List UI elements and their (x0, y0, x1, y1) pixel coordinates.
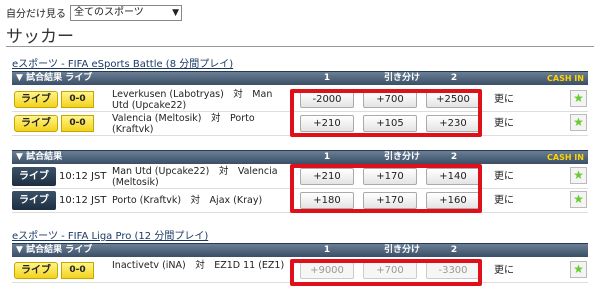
col-home-label: 1 (323, 152, 331, 162)
more-link[interactable]: 更に (494, 112, 514, 135)
star-icon[interactable]: ★ (570, 90, 587, 107)
col-away-label: 2 (450, 245, 458, 255)
live-badge: ライブ (14, 115, 58, 132)
highlight-box (290, 89, 482, 137)
col-home-label: 1 (323, 245, 331, 255)
match-name[interactable]: Valencia (Meltosik) 対 Porto (Kraftvk) (112, 113, 287, 135)
triangle-down-icon[interactable]: ▼ (16, 245, 23, 255)
header-title: 試合結果 ライブ (26, 73, 93, 83)
match-name[interactable]: Man Utd (Upcake22) 対 Valencia (Meltosik) (112, 166, 287, 188)
more-link[interactable]: 更に (494, 259, 514, 282)
cashin-label: CASH IN (547, 153, 584, 162)
live-badge: ライブ (12, 191, 56, 210)
more-link[interactable]: 更に (494, 189, 514, 212)
match-name[interactable]: Porto (Kraftvk) 対 Ajax (Kray) (112, 190, 287, 212)
more-link[interactable]: 更に (494, 88, 514, 111)
title-divider (6, 46, 594, 47)
chevron-down-icon: ▼ (172, 7, 179, 18)
match-name[interactable]: Inactivetv (iNA) 対 EZ1D 11 (EZ1) (112, 260, 287, 271)
star-icon[interactable]: ★ (570, 167, 587, 184)
col-draw-label: 引き分け (383, 245, 420, 255)
sport-select-value: 全てのスポーツ (74, 6, 144, 18)
live-badge: ライブ (14, 262, 58, 279)
header-title: 試合結果 (26, 152, 63, 162)
star-icon[interactable]: ★ (570, 114, 587, 131)
score-badge: 0-0 (61, 91, 94, 108)
live-badge: ライブ (12, 167, 56, 186)
col-away-label: 2 (450, 152, 458, 162)
col-home-label: 1 (323, 73, 331, 83)
triangle-down-icon[interactable]: ▼ (16, 73, 23, 83)
col-draw-label: 引き分け (383, 152, 420, 162)
sport-select[interactable]: 全てのスポーツ ▼ (70, 4, 182, 21)
score-badge: 0-0 (61, 115, 94, 132)
filter-label: 自分だけ見る (6, 9, 66, 20)
kickoff-time: 10:12 JST (59, 171, 107, 182)
score-badge: 0-0 (61, 262, 94, 279)
header-title: 試合結果 ライブ (26, 245, 93, 255)
cashin-label: CASH IN (547, 74, 584, 83)
league-title-esports-battle[interactable]: eスポーツ - FIFA eSports Battle (8 分間プレイ) (12, 55, 233, 70)
highlight-box (290, 259, 482, 286)
col-draw-label: 引き分け (383, 73, 420, 83)
section-header: ▼ 試合結果 1 引き分け 2 CASH IN (12, 150, 588, 164)
match-name[interactable]: Leverkusen (Labotryas) 対 Man Utd (Upcake… (112, 89, 287, 111)
section-header: ▼ 試合結果 ライブ 1 引き分け 2 CASH IN (12, 71, 588, 85)
page-title: サッカー (6, 27, 74, 47)
kickoff-time: 10:12 JST (59, 195, 107, 206)
sport-filter: 自分だけ見る 全てのスポーツ ▼ (6, 4, 182, 21)
star-icon[interactable]: ★ (570, 191, 587, 208)
live-badge: ライブ (14, 91, 58, 108)
triangle-down-icon[interactable]: ▼ (16, 152, 23, 162)
league-title-liga-pro[interactable]: eスポーツ - FIFA Liga Pro (12 分間プレイ) (12, 227, 208, 242)
col-away-label: 2 (450, 73, 458, 83)
more-link[interactable]: 更に (494, 165, 514, 188)
section-header: ▼ 試合結果 ライブ 1 引き分け 2 (12, 243, 588, 257)
highlight-box (290, 164, 482, 213)
star-icon[interactable]: ★ (570, 261, 587, 278)
